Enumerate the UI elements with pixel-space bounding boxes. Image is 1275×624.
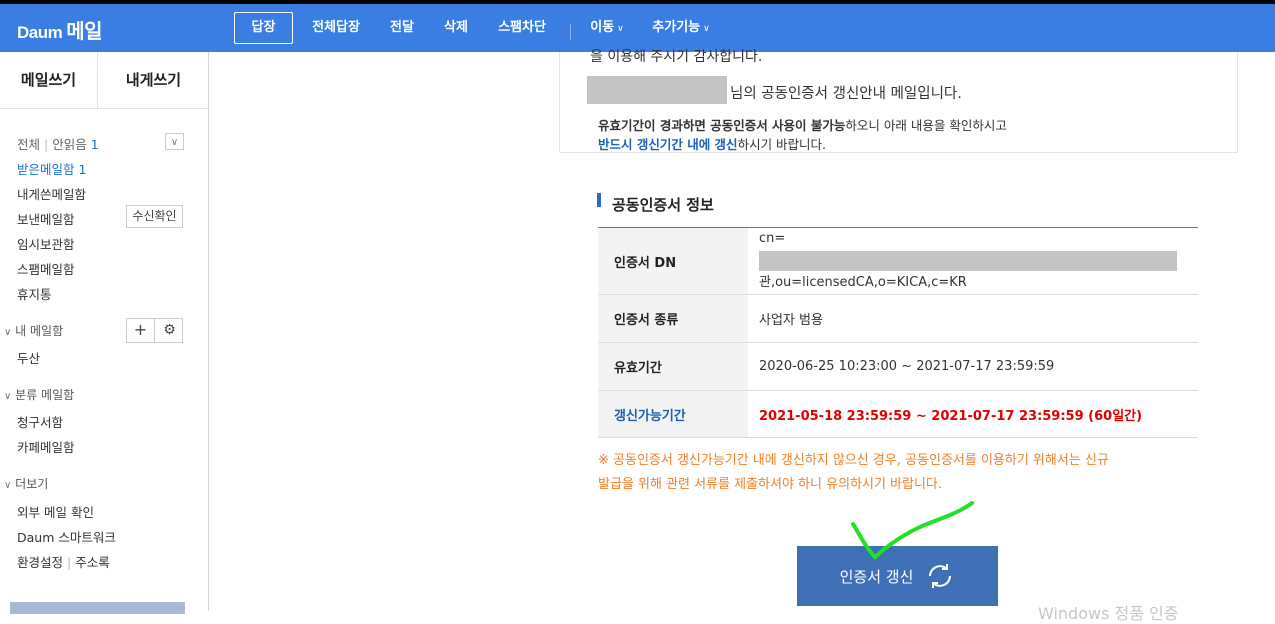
reply-button[interactable]: 답장 [234,12,293,44]
sidebar-item-self-sent[interactable]: 내게쓴메일함 [17,184,86,203]
notice-2-bold: 반드시 갱신기간 내에 갱신 [598,137,738,152]
sidebar-item-smartwork[interactable]: Daum 스마트워크 [17,527,116,546]
chevron-down-icon: ∨ [617,24,624,34]
sidebar-item-trash[interactable]: 휴지통 [17,284,52,303]
divider: | [44,137,49,152]
dn-label: 인증서 DN [598,227,748,295]
my-mailbox-label: 내 메일함 [15,324,64,338]
filter-all[interactable]: 전체 [17,137,40,152]
notice-2-rest: 하시기 바랍니다. [737,137,827,152]
section-marker [597,193,601,207]
sidebar-item-inbox[interactable]: 받은메일함 1 [17,159,86,178]
type-label: 인증서 종류 [598,294,748,343]
notice-1-rest: 하오니 아래 내용을 확인하시고 [845,118,1007,133]
type-value: 사업자 범용 [748,294,1198,343]
unread-count: 1 [90,137,99,152]
toolbar-separator [570,24,571,40]
sidebar-item-drafts[interactable]: 임시보관함 [17,234,75,253]
compose-row: 메일쓰기 내게쓰기 [0,52,208,109]
sidebar-item-sent[interactable]: 보낸메일함 [17,209,75,228]
warning-line-2: 발급을 위해 관련 서류를 제출하셔야 하니 유의하시기 바랍니다. [598,477,943,492]
windows-activation-watermark: Windows 정품 인증 [1038,604,1179,623]
warning-line-1: ※ 공동인증서 갱신가능기간 내에 갱신하지 않으신 경우, 공동인증서를 이용… [598,453,1109,468]
certificate-info-table: 인증서 DN cn= 관,ou=licensedCA,o=KICA,c=KR 인… [598,227,1198,438]
settings-row: 환경설정 | 주소록 [17,552,110,571]
mail-filter: 전체 | 안읽음 1 [17,134,99,153]
sidebar-item-doosan[interactable]: 두산 [17,348,40,367]
forward-button[interactable]: 전달 [380,12,424,44]
chevron-down-icon: ∨ [703,24,710,34]
table-row: 인증서 종류 사업자 범용 [598,294,1198,343]
receipt-check-button[interactable]: 수신확인 [126,205,183,228]
refresh-icon [929,564,952,588]
redacted-dn [759,250,1177,271]
inbox-label: 받은메일함 [17,162,75,177]
logo-brand: Daum [17,23,63,42]
mailbox-tools: + ⚙ [126,318,183,343]
table-row: 인증서 DN cn= 관,ou=licensedCA,o=KICA,c=KR [598,227,1198,295]
collapse-toggle[interactable]: ∨ [165,133,184,150]
chevron-down-icon: ∨ [4,327,12,338]
greeting-line: 님의 공동인증서 갱신안내 메일입니다. [730,86,962,102]
validity-value: 2020-06-25 10:23:00 ~ 2021-07-17 23:59:5… [748,342,1198,391]
compose-button[interactable]: 메일쓰기 [0,52,98,109]
add-icon[interactable]: + [127,319,155,342]
move-menu[interactable]: 이동 ∨ [583,12,631,44]
notice-1-bold: 유효기간이 경과하면 공동인증서 사용이 불가능 [598,118,846,133]
renew-certificate-button[interactable]: 인증서 갱신 [797,546,998,606]
more-functions-menu[interactable]: 추가기능 ∨ [645,12,717,44]
delete-button[interactable]: 삭제 [434,12,478,44]
chevron-down-icon: ∨ [170,137,179,148]
table-row: 유효기간 2020-06-25 10:23:00 ~ 2021-07-17 23… [598,342,1198,391]
more-functions-label: 추가기능 [652,20,701,35]
dn-line-1: cn= [759,228,1198,272]
chevron-down-icon: ∨ [4,391,12,402]
move-label: 이동 [590,20,615,35]
inbox-count: 1 [78,162,87,177]
notice-line-1: 유효기간이 경과하면 공동인증서 사용이 불가능하오니 아래 내용을 확인하시고 [598,115,1007,134]
category-mailbox-header[interactable]: ∨ 분류 메일함 [4,386,74,403]
gear-icon[interactable]: ⚙ [156,319,183,342]
sidebar-item-billing[interactable]: 청구서함 [17,412,63,431]
table-row: 갱신가능기간 2021-05-18 23:59:59 ~ 2021-07-17 … [598,390,1198,438]
reply-all-button[interactable]: 전체답장 [305,12,367,44]
sidebar-item-cafe[interactable]: 카페메일함 [17,437,75,456]
warning-notice: ※ 공동인증서 갱신가능기간 내에 갱신하지 않으신 경우, 공동인증서를 이용… [598,449,1203,497]
section-title: 공동인증서 정보 [612,196,714,214]
self-compose-button[interactable]: 내게쓰기 [99,52,208,109]
block-spam-button[interactable]: 스팸차단 [490,12,554,44]
sidebar-bottom-button[interactable] [10,602,185,614]
divider: | [67,555,72,570]
addressbook-link[interactable]: 주소록 [75,555,110,570]
sidebar-item-external-mail[interactable]: 외부 메일 확인 [17,502,94,521]
dn-suffix: 관,ou=licensedCA,o=KICA,c=KR [759,275,967,290]
dn-prefix: cn= [759,231,786,246]
notice-line-2: 반드시 갱신기간 내에 갱신하시기 바랍니다. [598,134,826,153]
settings-link[interactable]: 환경설정 [17,555,63,570]
dn-value: cn= 관,ou=licensedCA,o=KICA,c=KR [748,227,1198,295]
filter-unread[interactable]: 안읽음 [52,137,87,152]
validity-label: 유효기간 [598,342,748,391]
chevron-down-icon: ∨ [4,480,12,491]
renew-period-value: 2021-05-18 23:59:59 ~ 2021-07-17 23:59:5… [748,390,1198,438]
renew-period-label: 갱신가능기간 [598,390,748,438]
renew-button-label: 인증서 갱신 [839,567,914,586]
redacted-name [587,76,727,104]
logo-text: 메일 [66,19,103,43]
more-section-label: 더보기 [15,477,49,491]
my-mailbox-header[interactable]: ∨ 내 메일함 [4,322,63,339]
sidebar-item-spam[interactable]: 스팸메일함 [17,259,75,278]
sidebar: 메일쓰기 내게쓰기 전체 | 안읽음 1 ∨ 받은메일함 1 내게쓴메일함 보낸메일함 … [0,52,209,614]
top-toolbar: Daum 메일 답장 전체답장 전달 삭제 스팸차단 이동 ∨ 추가기능 ∨ [0,4,1275,52]
category-mailbox-label: 분류 메일함 [15,388,75,402]
daum-mail-logo[interactable]: Daum 메일 [17,15,103,44]
more-section-header[interactable]: ∨ 더보기 [4,475,48,492]
